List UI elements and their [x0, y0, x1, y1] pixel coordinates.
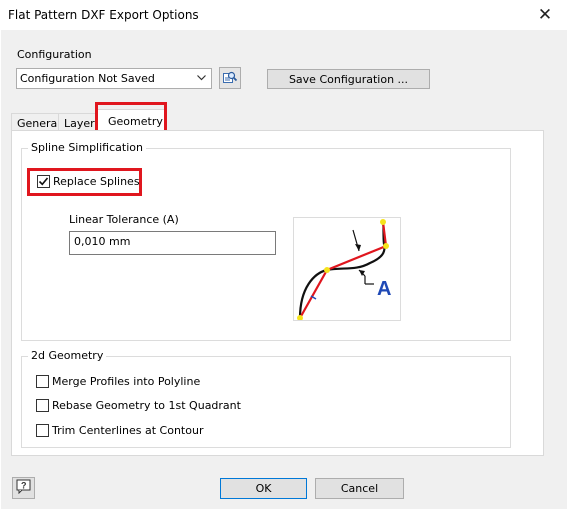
trim-centerlines-box[interactable]	[36, 424, 49, 437]
svg-text:?: ?	[21, 481, 27, 491]
title-bar: Flat Pattern DXF Export Options ✕	[0, 0, 568, 30]
rebase-geometry-box[interactable]	[36, 399, 49, 412]
help-button[interactable]: ?	[12, 477, 35, 499]
linear-tolerance-input[interactable]: 0,010 mm	[69, 231, 276, 255]
replace-splines-box[interactable]	[37, 175, 50, 188]
cancel-button[interactable]: Cancel	[315, 478, 404, 499]
merge-profiles-checkbox[interactable]: Merge Profiles into Polyline	[36, 375, 200, 388]
replace-splines-label: Replace Splines	[53, 175, 140, 188]
window-title: Flat Pattern DXF Export Options	[8, 8, 199, 22]
close-button[interactable]: ✕	[522, 0, 568, 30]
replace-splines-checkbox[interactable]: Replace Splines	[37, 175, 140, 188]
rebase-geometry-label: Rebase Geometry to 1st Quadrant	[52, 399, 241, 412]
tab-geometry-label: Geometry	[108, 115, 163, 128]
load-configuration-button[interactable]	[219, 67, 241, 89]
spline-simplification-group: Spline Simplification Replace Splines Li…	[21, 141, 511, 341]
configuration-dropdown[interactable]: Configuration Not Saved	[16, 68, 212, 89]
trim-centerlines-checkbox[interactable]: Trim Centerlines at Contour	[36, 424, 203, 437]
geometry-tab-panel: Spline Simplification Replace Splines Li…	[11, 130, 544, 456]
trim-centerlines-label: Trim Centerlines at Contour	[52, 424, 204, 437]
geometry-2d-title: 2d Geometry	[28, 349, 107, 362]
diagram-letter: A	[377, 278, 391, 300]
tab-general-label: General	[17, 117, 61, 130]
geometry-2d-group: 2d Geometry Merge Profiles into Polyline…	[21, 349, 511, 448]
load-configuration-icon	[222, 69, 238, 88]
configuration-dropdown-value: Configuration Not Saved	[20, 72, 155, 85]
linear-tolerance-value: 0,010 mm	[74, 235, 131, 248]
merge-profiles-label: Merge Profiles into Polyline	[52, 375, 201, 388]
spline-diagram-image: A	[297, 219, 391, 321]
spline-tolerance-diagram: A	[293, 217, 401, 321]
spline-simplification-title: Spline Simplification	[28, 141, 146, 154]
configuration-label: Configuration	[17, 48, 92, 61]
merge-profiles-box[interactable]	[36, 375, 49, 388]
linear-tolerance-label: Linear Tolerance (A)	[69, 213, 179, 226]
save-configuration-button[interactable]: Save Configuration ...	[267, 69, 430, 89]
chevron-down-icon	[195, 72, 207, 84]
ok-button[interactable]: OK	[220, 478, 307, 499]
dialog-body: Configuration Configuration Not Saved Sa…	[1, 30, 567, 509]
tab-layer-label: Layer	[64, 117, 95, 130]
rebase-geometry-checkbox[interactable]: Rebase Geometry to 1st Quadrant	[36, 399, 241, 412]
checkmark-icon	[38, 177, 49, 186]
close-icon: ✕	[537, 5, 553, 25]
help-icon: ?	[16, 479, 31, 497]
